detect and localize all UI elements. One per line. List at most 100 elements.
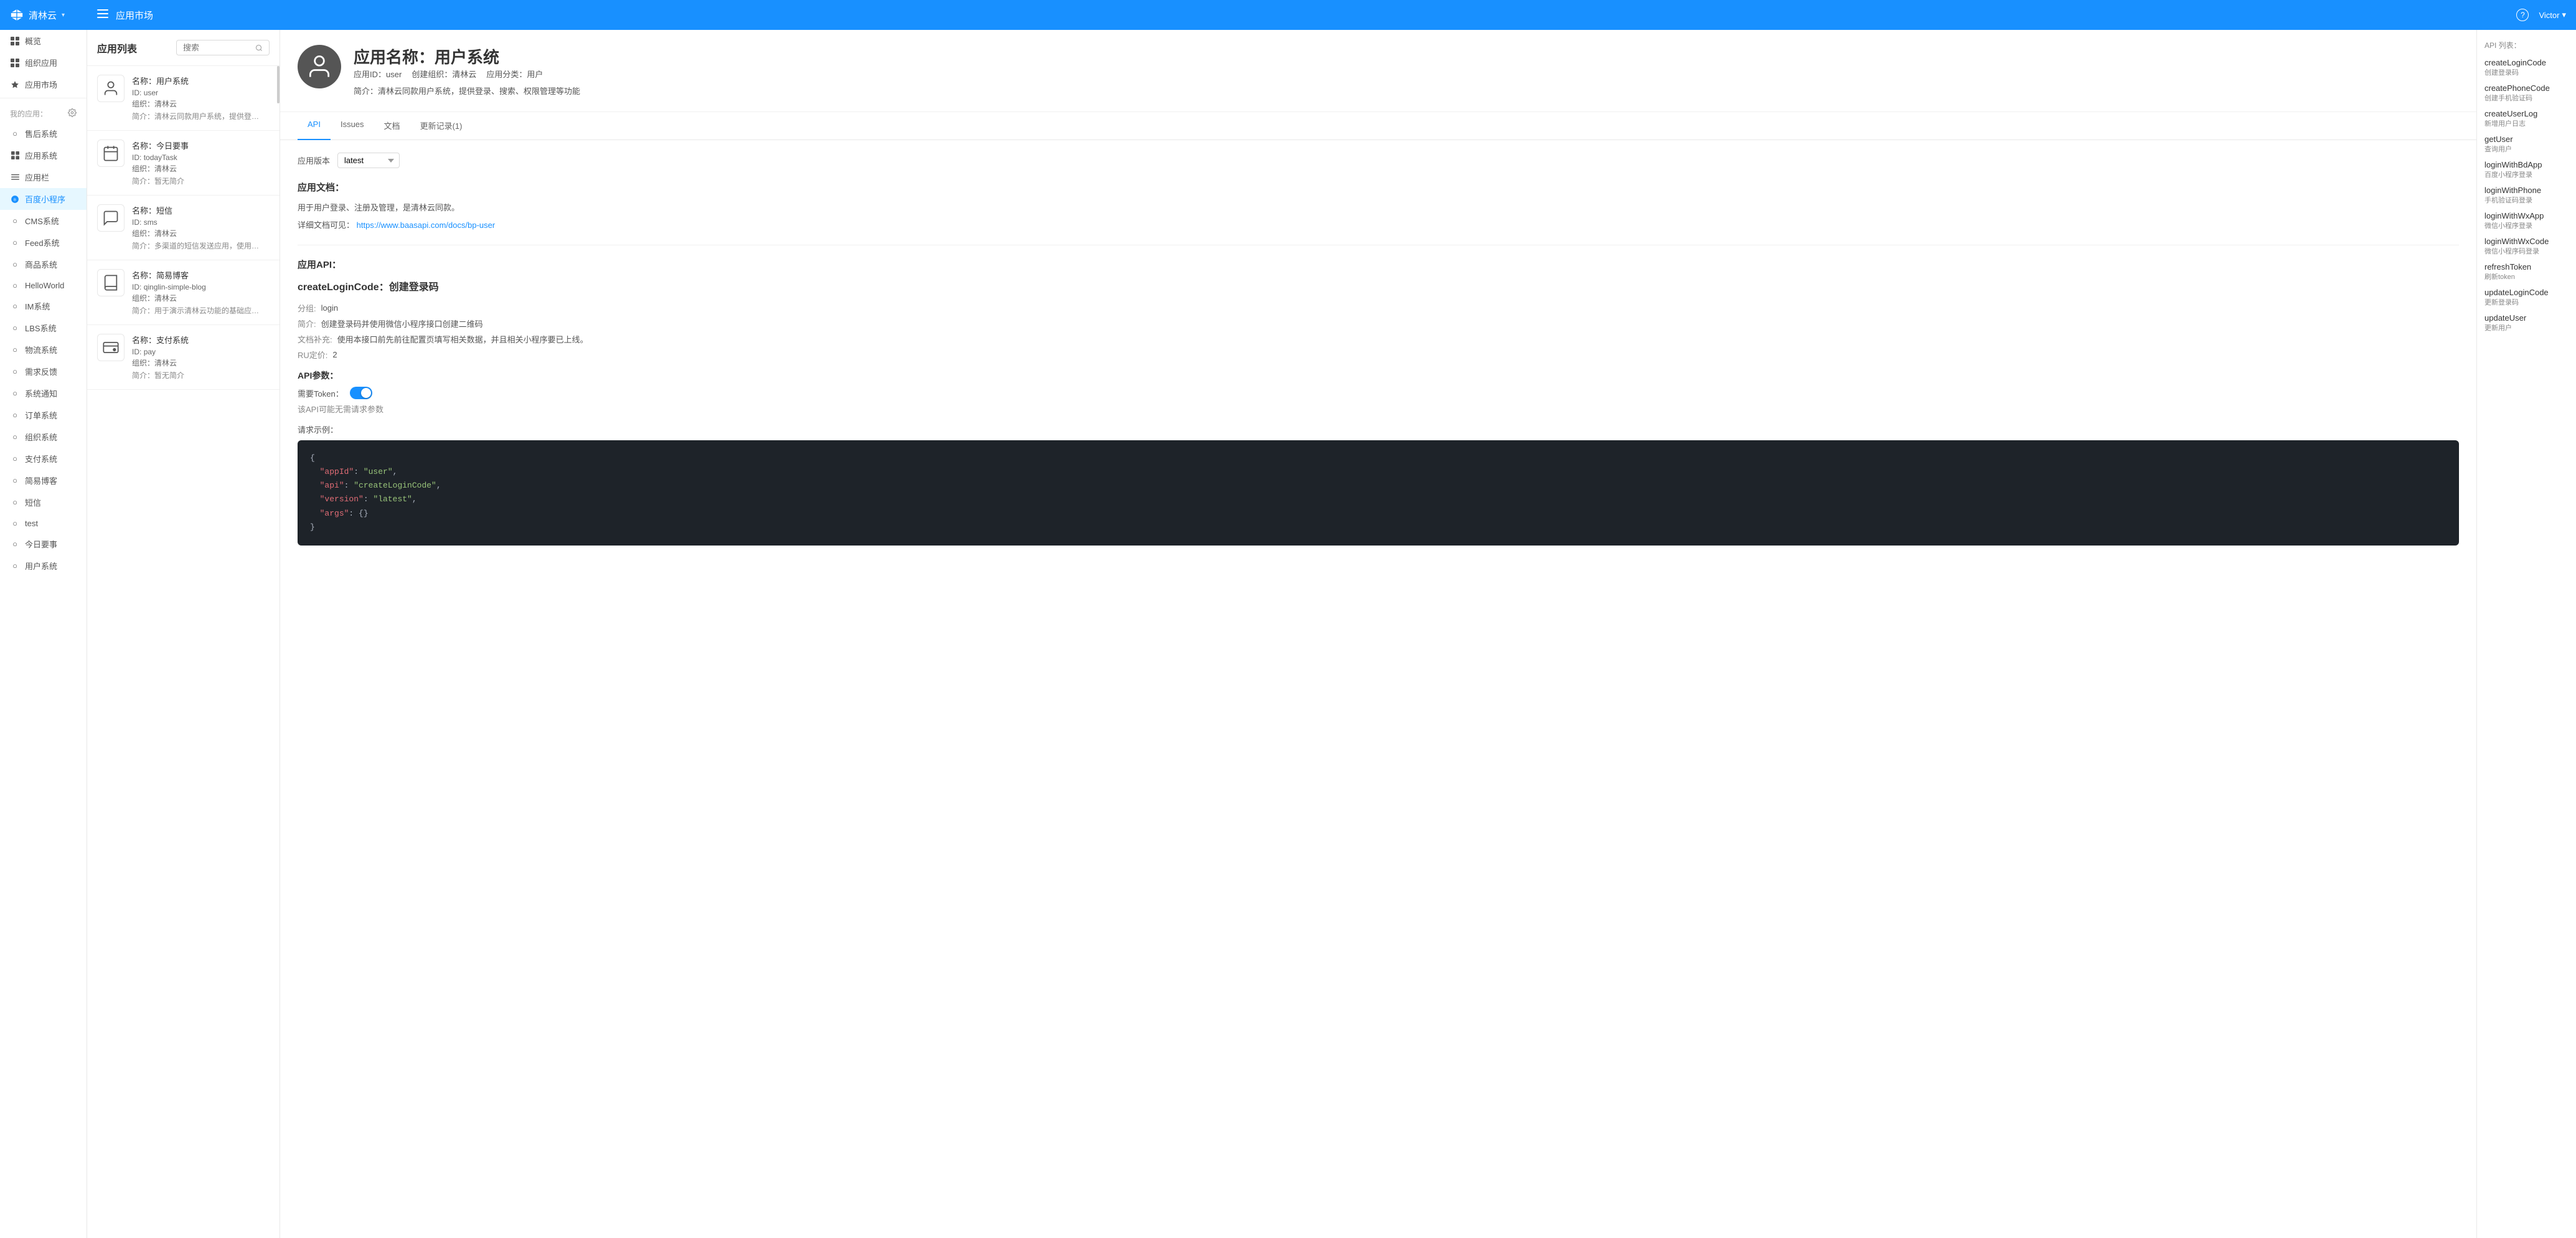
- api-list-item[interactable]: refreshToken 刷新token: [2484, 262, 2569, 281]
- list-item[interactable]: 名称：今日要事 ID: todayTask 组织：清林云 简介：暂无简介: [87, 131, 280, 196]
- api-list-item[interactable]: getUser 查询用户: [2484, 135, 2569, 154]
- sidebar-item-logistics[interactable]: ○ 物流系统: [0, 339, 87, 361]
- sidebar-label: IM系统: [25, 300, 50, 312]
- layout: 概览 组织应用 应用市场 我的应用：: [0, 0, 2576, 1238]
- sidebar-item-lbs[interactable]: ○ LBS系统: [0, 317, 87, 339]
- search-input[interactable]: [183, 43, 251, 52]
- sidebar-item-overview[interactable]: 概览: [0, 30, 87, 52]
- detail-meta: 应用ID：user 创建组织：清林云 应用分类：用户: [354, 68, 580, 80]
- user-sys-icon: ○: [10, 561, 20, 571]
- sidebar-item-app-market[interactable]: 应用市场: [0, 73, 87, 95]
- doc-section-title: 应用文档：: [298, 181, 2459, 194]
- api-ru-row: RU定价: 2: [298, 349, 2459, 361]
- goods-icon: ○: [10, 260, 20, 270]
- doc-text1: 用于用户登录、注册及管理，是清林云同款。: [298, 201, 2459, 215]
- tab-changelog[interactable]: 更新记录(1): [410, 112, 472, 140]
- example-label: 请求示例：: [298, 423, 2459, 435]
- app-info: 名称：今日要事 ID: todayTask 组织：清林云 简介：暂无简介: [132, 139, 270, 186]
- sidebar-item-order[interactable]: ○ 订单系统: [0, 404, 87, 426]
- app-icon-book: [97, 269, 125, 296]
- version-select[interactable]: latest v1.0 v2.0: [337, 153, 400, 168]
- meta-org: 创建组织：清林云: [411, 68, 476, 80]
- api-list-item[interactable]: createLoginCode 创建登录码: [2484, 58, 2569, 77]
- app-name: 名称：支付系统: [132, 334, 270, 346]
- list-item[interactable]: 名称：支付系统 ID: pay 组织：清林云 简介：暂无简介: [87, 325, 280, 390]
- user-arrow-icon: ▾: [2562, 10, 2566, 20]
- blog-icon: ○: [10, 476, 20, 486]
- topbar-title: 应用市场: [116, 9, 153, 22]
- sidebar-label: CMS系统: [25, 215, 59, 227]
- api-list-item[interactable]: loginWithWxApp 微信小程序登录: [2484, 211, 2569, 230]
- detail-tabs: API Issues 文档 更新记录(1): [280, 112, 2476, 140]
- search-box[interactable]: [176, 40, 270, 55]
- token-toggle[interactable]: [350, 387, 372, 399]
- sms-icon: ○: [10, 498, 20, 508]
- user-menu[interactable]: Victor ▾: [2539, 10, 2566, 20]
- list-item[interactable]: 名称：简易博客 ID: qinglin-simple-blog 组织：清林云 简…: [87, 260, 280, 325]
- sidebar-item-baidu-mini[interactable]: B 百度小程序: [0, 188, 87, 210]
- app-desc: 简介：清林云同款用户系统，提供登录、搜索、权限管理等功能: [132, 111, 263, 121]
- sidebar-item-feedback[interactable]: ○ 需求反馈: [0, 361, 87, 382]
- help-icon[interactable]: ?: [2516, 9, 2529, 21]
- sidebar-item-helloworld[interactable]: ○ HelloWorld: [0, 275, 87, 295]
- tab-api[interactable]: API: [298, 112, 331, 140]
- sidebar-item-goods[interactable]: ○ 商品系统: [0, 253, 87, 275]
- app-org: 组织：清林云: [132, 98, 270, 109]
- sidebar-item-today[interactable]: ○ 今日要事: [0, 533, 87, 555]
- list-item[interactable]: 名称：短信 ID: sms 组织：清林云 简介：多渠道的短信发送应用，使用在渠道…: [87, 196, 280, 260]
- sidebar-item-org[interactable]: ○ 组织系统: [0, 426, 87, 448]
- sidebar-item-im[interactable]: ○ IM系统: [0, 295, 87, 317]
- app-org: 组织：清林云: [132, 163, 270, 174]
- app-id: ID: todayTask: [132, 153, 270, 162]
- api-item-name: createPhoneCode: [2484, 83, 2569, 93]
- sidebar-item-blog[interactable]: ○ 简易博客: [0, 470, 87, 491]
- topbar-logo-arrow[interactable]: ▾: [62, 12, 65, 19]
- api-item-name: loginWithWxCode: [2484, 237, 2569, 246]
- payment-icon: ○: [10, 454, 20, 464]
- sidebar-item-feed[interactable]: ○ Feed系统: [0, 232, 87, 253]
- doc-text2: 详细文档可见： https://www.baasapi.com/docs/bp-…: [298, 219, 2459, 232]
- topbar-logo[interactable]: 清林云 ▾: [10, 8, 97, 22]
- api-list-item[interactable]: loginWithBdApp 百度小程序登录: [2484, 160, 2569, 179]
- topbar-menu-icon[interactable]: [97, 8, 108, 22]
- api-list-item[interactable]: updateUser 更新用户: [2484, 313, 2569, 333]
- app-info: 名称：短信 ID: sms 组织：清林云 简介：多渠道的短信发送应用，使用在渠道…: [132, 204, 270, 251]
- api-item-desc: 手机验证码登录: [2484, 195, 2569, 205]
- gear-icon[interactable]: [68, 108, 77, 119]
- detail-desc: 简介：清林云同款用户系统，提供登录、搜索、权限管理等功能: [354, 85, 580, 97]
- api-list-item[interactable]: updateLoginCode 更新登录码: [2484, 288, 2569, 307]
- detail-content: 应用版本 latest v1.0 v2.0 应用文档： 用于用户登录、注册及管理…: [280, 140, 2476, 558]
- list-item[interactable]: 名称：用户系统 ID: user 组织：清林云 简介：清林云同款用户系统，提供登…: [87, 66, 280, 131]
- cms-icon: ○: [10, 216, 20, 226]
- sidebar-label: HelloWorld: [25, 281, 64, 290]
- sidebar-item-sales[interactable]: ○ 售后系统: [0, 123, 87, 144]
- app-icon-wallet: [97, 334, 125, 361]
- sidebar-item-test[interactable]: ○ test: [0, 513, 87, 533]
- sidebar-item-cms[interactable]: ○ CMS系统: [0, 210, 87, 232]
- api-list-item[interactable]: loginWithPhone 手机验证码登录: [2484, 186, 2569, 205]
- sidebar-item-user-sys[interactable]: ○ 用户系统: [0, 555, 87, 577]
- sidebar-item-payment[interactable]: ○ 支付系统: [0, 448, 87, 470]
- doc-link[interactable]: https://www.baasapi.com/docs/bp-user: [357, 220, 496, 230]
- sidebar-label: 售后系统: [25, 128, 57, 139]
- app-id: ID: user: [132, 88, 270, 97]
- sidebar-label: 概览: [25, 35, 41, 47]
- api-note-label: 文档补充:: [298, 333, 332, 345]
- tab-issues[interactable]: Issues: [331, 112, 374, 140]
- tab-docs[interactable]: 文档: [374, 112, 410, 140]
- api-item-name: getUser: [2484, 135, 2569, 144]
- api-list-item[interactable]: loginWithWxCode 微信小程序码登录: [2484, 237, 2569, 256]
- sidebar-item-app-sys[interactable]: 应用系统: [0, 144, 87, 166]
- api-item-desc: 创建手机验证码: [2484, 93, 2569, 103]
- api-list-item[interactable]: createUserLog 新增用户日志: [2484, 109, 2569, 128]
- lbs-icon: ○: [10, 323, 20, 333]
- sidebar-item-app-bar[interactable]: 应用栏: [0, 166, 87, 188]
- sidebar-item-org-apps[interactable]: 组织应用: [0, 52, 87, 73]
- sidebar-item-notification[interactable]: ○ 系统通知: [0, 382, 87, 404]
- api-list-item[interactable]: createPhoneCode 创建手机验证码: [2484, 83, 2569, 103]
- api-name: createLoginCode：创建登录码: [298, 278, 2459, 293]
- sidebar-item-sms[interactable]: ○ 短信: [0, 491, 87, 513]
- api-note-value: 使用本接口前先前往配置页填写相关数据，并且相关小程序要已上线。: [337, 333, 588, 345]
- api-item-desc: 更新用户: [2484, 323, 2569, 333]
- no-params-text: 该API可能无需请求参数: [298, 403, 2459, 415]
